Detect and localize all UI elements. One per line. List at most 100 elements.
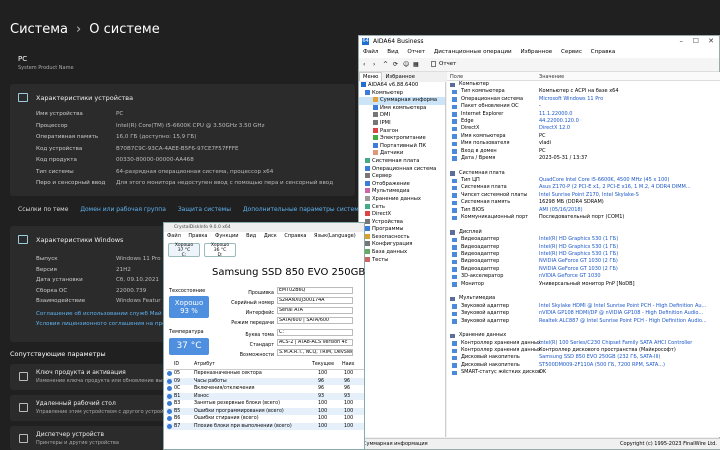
tree-item[interactable]: Датчики bbox=[359, 150, 445, 158]
cdi-menu-language[interactable]: Язык(Language) bbox=[314, 233, 356, 239]
tree-item[interactable]: DMI bbox=[359, 112, 445, 120]
tree-item[interactable]: Разгон bbox=[359, 127, 445, 136]
grid-row[interactable]: Имя компьютера PC bbox=[447, 133, 720, 140]
cdi-menu-file[interactable]: Файл bbox=[167, 233, 181, 239]
tree-item[interactable]: Суммарная информа bbox=[359, 97, 445, 105]
close-button[interactable]: ✕ bbox=[708, 37, 714, 45]
maximize-button[interactable]: ☐ bbox=[693, 37, 699, 45]
drive-c-button[interactable]: Хорошо 37 °C C: bbox=[168, 243, 200, 257]
tree-item[interactable]: Хранение данных bbox=[359, 195, 445, 204]
grid-row[interactable]: Дисковый накопитель Samsung SSD 850 EVO 2… bbox=[447, 354, 720, 361]
grid-row[interactable]: Монитор Универсальный монитор PnP [NoDB] bbox=[447, 281, 720, 288]
user-icon[interactable]: ☺ bbox=[403, 61, 409, 68]
tree-item[interactable]: Сервер bbox=[359, 173, 445, 181]
minimize-button[interactable]: – bbox=[680, 37, 684, 45]
tree-item[interactable]: Мультимедиа bbox=[359, 188, 445, 196]
menu-remote[interactable]: Дистанционные операции bbox=[434, 49, 512, 55]
grid-row[interactable]: DirectX DirectX 12.0 bbox=[447, 125, 720, 132]
grid-row[interactable]: Дата / Время 2023-05-31 / 13:37 bbox=[447, 155, 720, 162]
tree-item[interactable]: Сеть bbox=[359, 203, 445, 212]
grid-row[interactable]: Видеоадаптер Intel(R) HD Graphics 530 (1 … bbox=[447, 251, 720, 258]
smart-row[interactable]: B5 Ошибки программирования (всего) 100 100 bbox=[166, 407, 364, 415]
cdi-menu-functions[interactable]: Функции bbox=[215, 233, 238, 239]
grid-row[interactable] bbox=[447, 325, 720, 332]
grid-row[interactable]: Пакет обновления ОС - bbox=[447, 103, 720, 110]
drive-d-button[interactable]: Хорошо 36 °C D: bbox=[204, 243, 236, 257]
aida64-titlebar[interactable]: 64 AIDA64 Business – ☐ ✕ bbox=[359, 36, 719, 48]
grid-row[interactable] bbox=[447, 288, 720, 295]
smart-col-current[interactable]: Текущее bbox=[312, 362, 334, 367]
col-field[interactable]: Поле bbox=[450, 74, 463, 80]
smart-row[interactable]: B7 Плохие блоки при выполнении (всего) 100… bbox=[166, 422, 364, 430]
tree-item[interactable]: Программы bbox=[359, 226, 445, 234]
grid-row[interactable]: Вход в домен PC bbox=[447, 148, 720, 155]
tree-item[interactable]: Системная плата bbox=[359, 157, 445, 166]
cdi-menu-view[interactable]: Вид bbox=[246, 233, 256, 239]
smart-col-worst[interactable]: Наих bbox=[342, 362, 355, 367]
smart-row[interactable]: B1 Износ 93 93 bbox=[166, 392, 364, 400]
smart-col-id[interactable]: ID bbox=[174, 362, 179, 367]
grid-row[interactable]: Контроллер хранения данных Intel(R) 100 S… bbox=[447, 340, 720, 347]
grid-row[interactable]: Чипсет системной платы Intel Sunrise Poin… bbox=[447, 192, 720, 199]
cdi-menu-edit[interactable]: Правка bbox=[188, 233, 207, 239]
tab-menu[interactable]: Меню bbox=[359, 72, 383, 81]
report-button[interactable]: Отчет bbox=[439, 61, 456, 67]
grid-row[interactable]: Имя пользователя vladi bbox=[447, 140, 720, 147]
link-services-agreement[interactable]: Соглашение об использовании служб Май bbox=[36, 311, 162, 317]
grid-row[interactable]: 3D-акселератор nVIDIA GeForce GT 1030 bbox=[447, 273, 720, 280]
tree-item[interactable]: Имя компьютера bbox=[359, 104, 445, 113]
grid-group-row[interactable]: Мультимедиа bbox=[447, 295, 720, 302]
link-advanced-settings[interactable]: Дополнительные параметры системы bbox=[243, 206, 364, 213]
col-value[interactable]: Значение bbox=[539, 74, 564, 80]
link-system-protection[interactable]: Защита системы bbox=[178, 206, 231, 213]
smart-row[interactable]: B3 Занятые резервные блоки (всего) 100 100 bbox=[166, 400, 364, 408]
tree-item[interactable]: База данных bbox=[359, 249, 445, 257]
menu-report[interactable]: Отчет bbox=[407, 49, 425, 55]
back-icon[interactable]: ‹ bbox=[363, 61, 365, 68]
smart-row[interactable]: 09 Часы работы 96 96 bbox=[166, 377, 364, 385]
grid-row[interactable]: Операционная система Microsoft Windows 11… bbox=[447, 96, 720, 103]
forward-icon[interactable]: › bbox=[373, 61, 375, 68]
tree-item[interactable]: Операционная система bbox=[359, 165, 445, 174]
breadcrumb-parent[interactable]: Система bbox=[10, 22, 68, 37]
grid-row[interactable]: Системная плата Asus Z170-P (2 PCI-E x1, … bbox=[447, 184, 720, 191]
grid-row[interactable]: Тип компьютера Компьютер с ACPI на базе x… bbox=[447, 88, 720, 95]
chart-icon[interactable]: ▦ bbox=[413, 61, 419, 68]
tree-item[interactable]: Портативный ПК bbox=[359, 142, 445, 151]
menu-favorites[interactable]: Избранное bbox=[520, 49, 552, 55]
grid-row[interactable]: Тип ЦП QuadCore Intel Core i5-6600K, 4500… bbox=[447, 177, 720, 184]
grid-row[interactable]: SMART-статус жёстких дисков OK bbox=[447, 369, 720, 376]
tree-item[interactable]: Электропитание bbox=[359, 135, 445, 143]
grid-row[interactable]: Internet Explorer 11.1.22000.0 bbox=[447, 111, 720, 118]
grid-row[interactable]: Видеоадаптер NVIDIA GeForce GT 1030 (2 ГБ… bbox=[447, 258, 720, 265]
menu-view[interactable]: Вид bbox=[387, 49, 398, 55]
grid-row[interactable]: Звуковой адаптер Intel Skylake HDMI @ Int… bbox=[447, 303, 720, 310]
grid-row[interactable] bbox=[447, 162, 720, 169]
grid-group-row[interactable]: Дисплей bbox=[447, 229, 720, 236]
grid-row[interactable]: Тип BIOS AMI (05/16/2018) bbox=[447, 207, 720, 214]
smart-row[interactable]: B6 Ошибки стирания (всего) 100 100 bbox=[166, 415, 364, 423]
tree-item[interactable]: Отображение bbox=[359, 180, 445, 189]
grid-row[interactable]: Системная память 16298 МБ (DDR4 SDRAM) bbox=[447, 199, 720, 206]
menu-file[interactable]: Файл bbox=[363, 49, 378, 55]
refresh-icon[interactable]: ⟳ bbox=[393, 61, 398, 68]
grid-row[interactable]: Дисковый накопитель ST500DM009-2F110A (50… bbox=[447, 362, 720, 369]
cdi-menu-disk[interactable]: Диск bbox=[264, 233, 277, 239]
grid-row[interactable]: Звуковой адаптер Realtek ALC887 @ Intel S… bbox=[447, 318, 720, 325]
smart-col-attr[interactable]: Атрибут bbox=[194, 362, 215, 367]
grid-row[interactable] bbox=[447, 221, 720, 228]
grid-row[interactable]: Звуковой адаптер nVIDIA GP108 HDMI/DP @ n… bbox=[447, 310, 720, 317]
up-icon[interactable]: ^ bbox=[383, 61, 388, 68]
grid-row[interactable]: Видеоадаптер NVIDIA GeForce GT 1030 (2 ГБ… bbox=[447, 266, 720, 273]
tree-item[interactable]: AIDA64 v6.88.6400 bbox=[359, 82, 445, 90]
tree-item[interactable]: Устройства bbox=[359, 218, 445, 227]
smart-row[interactable]: 05 Переназначенные сектора 100 100 bbox=[166, 370, 364, 378]
grid-row[interactable]: Видеоадаптер Intel(R) HD Graphics 530 (1 … bbox=[447, 236, 720, 243]
tree-item[interactable]: Компьютер bbox=[359, 89, 445, 98]
tree-item[interactable]: Тесты bbox=[359, 256, 445, 265]
grid-row[interactable]: Коммуникационный порт Последовательный по… bbox=[447, 214, 720, 221]
tree-item[interactable]: Конфигурация bbox=[359, 241, 445, 249]
tree-item[interactable]: IPMI bbox=[359, 119, 445, 128]
grid-group-row[interactable]: Компьютер bbox=[447, 81, 720, 88]
link-license-terms[interactable]: Условия лицензионного соглашения на прог… bbox=[36, 321, 184, 327]
